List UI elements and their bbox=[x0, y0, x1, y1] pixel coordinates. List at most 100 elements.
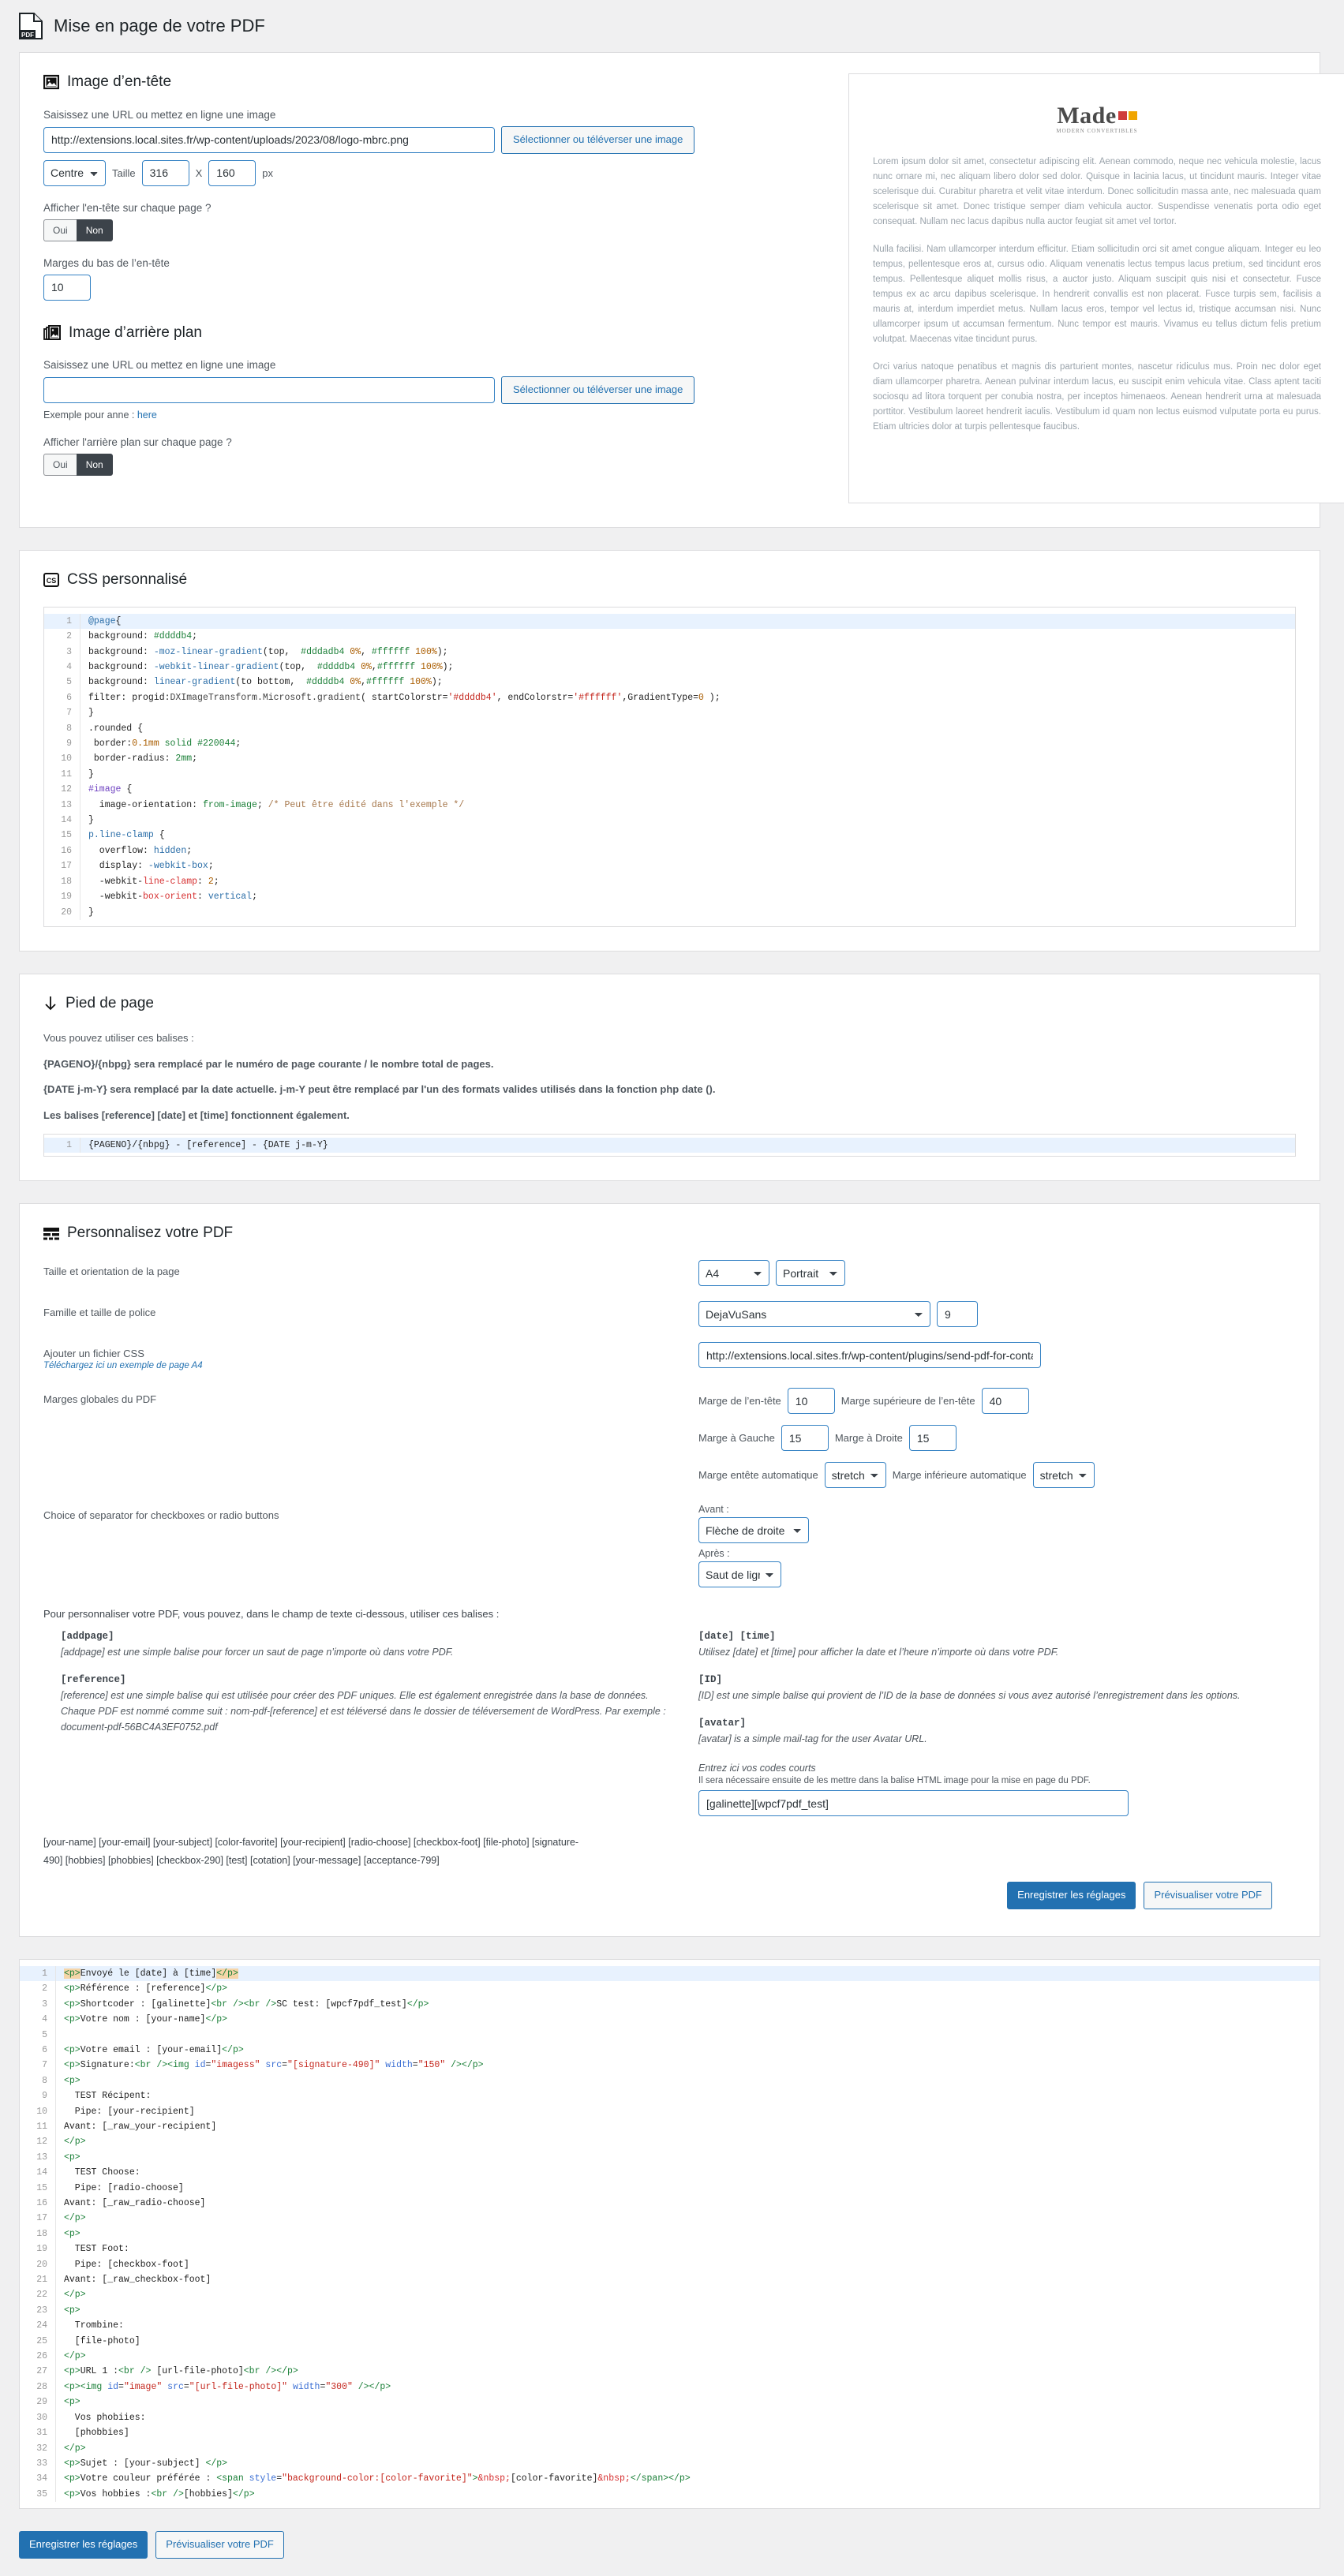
line-content[interactable]: [phobbies] bbox=[56, 2425, 129, 2440]
line-content[interactable]: p.line-clamp { bbox=[80, 828, 165, 843]
line-content[interactable]: Pipe: [radio-choose] bbox=[56, 2181, 184, 2196]
code-line[interactable]: 1 @page{ bbox=[44, 613, 1295, 630]
code-line[interactable]: 33 <p>Sujet : [your-subject] </p> bbox=[20, 2455, 1320, 2472]
code-line[interactable]: 14 TEST Choose: bbox=[20, 2165, 1320, 2181]
auto-bottom-select[interactable]: stretch bbox=[1032, 1462, 1095, 1489]
separator-before-select[interactable]: Flèche de droite bbox=[698, 1517, 809, 1544]
header-image-url-input[interactable] bbox=[43, 126, 495, 153]
line-content[interactable]: <p>Vos hobbies :<br />[hobbies]</p> bbox=[56, 2487, 255, 2502]
code-line[interactable]: 5 bbox=[20, 2027, 1320, 2043]
line-content[interactable]: @page{ bbox=[80, 614, 121, 629]
code-line[interactable]: 22 </p> bbox=[20, 2287, 1320, 2303]
line-content[interactable]: [file-photo] bbox=[56, 2334, 140, 2349]
code-line[interactable]: 17 display: -webkit-box; bbox=[44, 858, 1295, 874]
code-line[interactable]: 7} bbox=[44, 705, 1295, 721]
code-line[interactable]: 28 <p><img id="image" src="[url-file-phot… bbox=[20, 2379, 1320, 2395]
background-image-upload-button[interactable]: Sélectionner ou téléverser une image bbox=[501, 376, 695, 405]
font-family-select[interactable]: DejaVuSans bbox=[698, 1301, 930, 1328]
code-line[interactable]: 4 background: -webkit-linear-gradient(top… bbox=[44, 660, 1295, 675]
code-line[interactable]: 15 p.line-clamp { bbox=[44, 828, 1295, 843]
mail-body-editor[interactable]: 1 <p>Envoyé le [date] à [time]</p> 2 <p>Réf… bbox=[20, 1959, 1320, 2509]
orientation-select[interactable]: Portrait bbox=[776, 1260, 845, 1287]
code-line[interactable]: 13 <p> bbox=[20, 2149, 1320, 2166]
code-line[interactable]: 23 <p> bbox=[20, 2302, 1320, 2319]
line-content[interactable]: } bbox=[80, 705, 94, 720]
header-image-height-input[interactable] bbox=[208, 159, 256, 186]
code-line[interactable]: 35 <p>Vos hobbies :<br />[hobbies]</p> bbox=[20, 2486, 1320, 2503]
line-content[interactable]: image-orientation: from-image; /* Peut ê… bbox=[80, 798, 464, 813]
margin-header-input[interactable] bbox=[787, 1388, 835, 1415]
background-show-each-page-toggle[interactable]: Oui Non bbox=[43, 454, 113, 477]
code-line[interactable]: 29 <p> bbox=[20, 2395, 1320, 2410]
line-content[interactable]: <p>URL 1 :<br /> [url-file-photo]<br /><… bbox=[56, 2364, 298, 2379]
code-line[interactable]: 18 <p> bbox=[20, 2226, 1320, 2242]
line-content[interactable]: } bbox=[80, 813, 94, 828]
line-content[interactable]: <p> bbox=[56, 2226, 80, 2241]
code-line[interactable]: 25 [file-photo] bbox=[20, 2333, 1320, 2350]
custom-css-editor[interactable]: 1 @page{2 background: #ddddb4; 3 background:… bbox=[43, 606, 1296, 927]
line-content[interactable]: </p> bbox=[56, 2441, 86, 2456]
code-line[interactable]: 13 image-orientation: from-image; /* Peu… bbox=[44, 797, 1295, 813]
margin-right-input[interactable] bbox=[908, 1425, 957, 1452]
line-content[interactable]: <p><img id="image" src="[url-file-photo]… bbox=[56, 2380, 391, 2395]
header-show-each-page-toggle[interactable]: Oui Non bbox=[43, 219, 113, 241]
line-content[interactable]: <p>Votre nom : [your-name]</p> bbox=[56, 2012, 227, 2027]
save-button-bottom[interactable]: Enregistrer les réglages bbox=[19, 2531, 148, 2559]
line-content[interactable]: {PAGENO}/{nbpg} - [reference] - {DATE j-… bbox=[80, 1138, 328, 1153]
line-content[interactable]: Avant: [_raw_your-recipient] bbox=[56, 2119, 216, 2134]
code-line[interactable]: 15 Pipe: [radio-choose] bbox=[20, 2180, 1320, 2196]
line-content[interactable]: <p>Sujet : [your-subject] </p> bbox=[56, 2456, 227, 2471]
line-content[interactable]: filter: progid:DXImageTransform.Microsof… bbox=[80, 690, 721, 705]
code-line[interactable]: 19 -webkit-box-orient: vertical; bbox=[44, 889, 1295, 905]
line-content[interactable]: </p> bbox=[56, 2134, 86, 2149]
background-toggle-no[interactable]: Non bbox=[76, 454, 113, 477]
css-file-sample-link[interactable]: Téléchargez ici un exemple de page A4 bbox=[43, 1361, 698, 1370]
line-content[interactable]: Pipe: [your-recipient] bbox=[56, 2104, 195, 2119]
preview-button[interactable]: Prévisualiser votre PDF bbox=[1144, 1882, 1272, 1909]
line-content[interactable]: Avant: [_raw_radio-choose] bbox=[56, 2196, 205, 2211]
code-line[interactable]: 1 {PAGENO}/{nbpg} - [reference] - {DATE j… bbox=[44, 1137, 1295, 1153]
margin-top-header-input[interactable] bbox=[981, 1388, 1029, 1415]
line-content[interactable]: Trombine: bbox=[56, 2318, 124, 2333]
header-image-width-input[interactable] bbox=[141, 159, 189, 186]
code-line[interactable]: 9 border:0.1mm solid #220044; bbox=[44, 736, 1295, 752]
background-example-link[interactable]: here bbox=[137, 409, 157, 421]
code-line[interactable]: 9 TEST Récipent: bbox=[20, 2088, 1320, 2104]
code-line[interactable]: 34 <p>Votre couleur préférée : <span styl… bbox=[20, 2471, 1320, 2487]
page-size-select[interactable]: A4 bbox=[698, 1260, 769, 1287]
line-content[interactable]: <p>Shortcoder : [galinette]<br /><br />S… bbox=[56, 1997, 429, 2012]
code-line[interactable]: 19 TEST Foot: bbox=[20, 2241, 1320, 2257]
line-content[interactable]: </p> bbox=[56, 2349, 86, 2364]
code-line[interactable]: 24 Trombine: bbox=[20, 2318, 1320, 2334]
line-content[interactable]: #image { bbox=[80, 782, 132, 797]
footer-editor[interactable]: 1 {PAGENO}/{nbpg} - [reference] - {DATE j… bbox=[43, 1133, 1296, 1157]
auto-header-select[interactable]: stretch bbox=[824, 1462, 886, 1489]
header-image-upload-button[interactable]: Sélectionner ou téléverser une image bbox=[501, 125, 695, 154]
code-line[interactable]: 2 background: #ddddb4; bbox=[44, 629, 1295, 645]
line-content[interactable]: <p> bbox=[56, 2150, 80, 2165]
code-line[interactable]: 8 .rounded { bbox=[44, 720, 1295, 737]
css-file-input[interactable] bbox=[698, 1342, 1041, 1369]
header-toggle-no[interactable]: Non bbox=[76, 219, 113, 241]
line-content[interactable]: overflow: hidden; bbox=[80, 843, 192, 858]
code-line[interactable]: 21 Avant: [_raw_checkbox-foot] bbox=[20, 2272, 1320, 2288]
line-content[interactable]: TEST Choose: bbox=[56, 2165, 140, 2180]
code-line[interactable]: 4 <p>Votre nom : [your-name]</p> bbox=[20, 2012, 1320, 2028]
code-line[interactable]: 10 Pipe: [your-recipient] bbox=[20, 2103, 1320, 2119]
code-line[interactable]: 3 <p>Shortcoder : [galinette]<br /><br />… bbox=[20, 1996, 1320, 2013]
line-content[interactable]: <p> bbox=[56, 2395, 80, 2410]
header-bottom-margin-input[interactable] bbox=[43, 274, 91, 301]
code-line[interactable]: 6 filter: progid:DXImageTransform.Microso… bbox=[44, 690, 1295, 706]
line-content[interactable]: border-radius: 2mm; bbox=[80, 751, 197, 766]
line-content[interactable]: .rounded { bbox=[80, 721, 143, 736]
code-line[interactable]: 5 background: linear-gradient(to bottom, … bbox=[44, 675, 1295, 690]
line-content[interactable] bbox=[56, 2028, 69, 2043]
font-size-input[interactable] bbox=[937, 1301, 978, 1328]
code-line[interactable]: 17 </p> bbox=[20, 2211, 1320, 2226]
line-content[interactable]: </p> bbox=[56, 2287, 86, 2302]
code-line[interactable]: 20 Pipe: [checkbox-foot] bbox=[20, 2256, 1320, 2273]
code-line[interactable]: 12 #image { bbox=[44, 782, 1295, 798]
line-content[interactable]: background: -webkit-linear-gradient(top,… bbox=[80, 660, 453, 675]
margin-left-input[interactable] bbox=[781, 1425, 829, 1452]
header-image-align-select[interactable]: Centre bbox=[43, 159, 106, 186]
